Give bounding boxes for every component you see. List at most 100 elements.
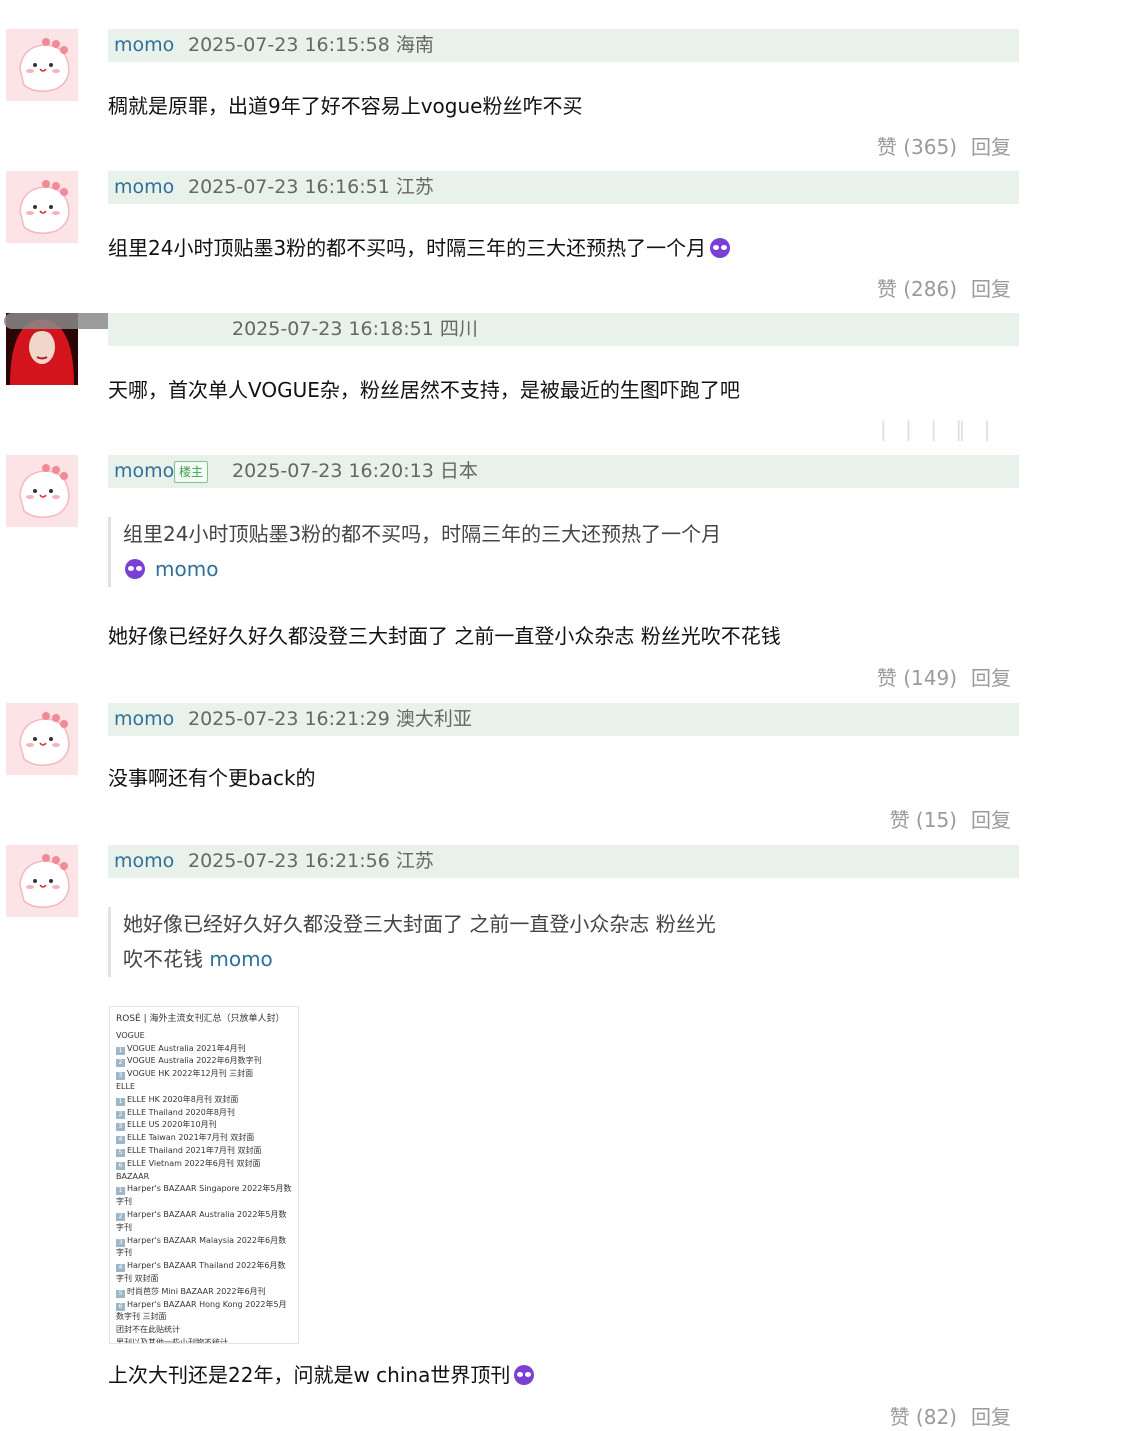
number-badge: 1	[116, 1187, 125, 1196]
quote-text-line: 吹不花钱 momo	[123, 942, 716, 977]
number-badge: 1	[116, 1046, 125, 1055]
image-list-row: 字刊	[116, 1222, 292, 1235]
quote-block: 组里24小时顶贴墨3粉的都不买吗，时隔三年的三大还预热了一个月 momo	[108, 517, 721, 587]
like-button[interactable]: 赞 (286)	[877, 277, 957, 301]
dinosaur-avatar-icon	[6, 455, 78, 527]
image-list-text: VOGUE	[116, 1030, 145, 1040]
reply-button[interactable]: 回复	[971, 277, 1011, 301]
comment-meta: momo 2025-07-23 16:16:51 江苏	[108, 171, 1019, 204]
image-list-text: 团封不在此贴统计	[116, 1325, 180, 1335]
image-list-row: 3 Harper's BAZAAR Malaysia 2022年6月数	[116, 1235, 292, 1248]
comment-text-content: 组里24小时顶贴墨3粉的都不买吗，时隔三年的三大还预热了一个月	[108, 236, 707, 260]
image-list-row: 字刊 双封面	[116, 1273, 292, 1286]
reply-button[interactable]: 回复	[971, 135, 1011, 159]
dinosaur-avatar-icon	[6, 845, 78, 917]
image-list-text: ELLE Thailand 2020年8月刊	[127, 1107, 235, 1117]
comment-meta: momo 2025-07-23 16:21:29 澳大利亚	[108, 703, 1019, 736]
image-list-text: 男刊以及其他一些小刊物不统计	[116, 1337, 228, 1344]
image-list-row: 5 时尚芭莎 Mini BAZAAR 2022年6月刊	[116, 1286, 292, 1299]
image-list-row: 数字刊 三封面	[116, 1311, 292, 1324]
username[interactable]: momo	[114, 29, 174, 62]
timestamp: 2025-07-23 16:16:51 江苏	[188, 176, 434, 198]
comment-actions: 赞 (82) 回复	[890, 1401, 1011, 1430]
image-list-row: BAZAAR	[116, 1171, 292, 1184]
image-list-row: 1 Harper's BAZAAR Singapore 2022年5月数	[116, 1183, 292, 1196]
like-button[interactable]: 赞 (82)	[890, 1405, 957, 1429]
quote-username[interactable]: momo	[209, 947, 272, 971]
image-list-row: 字刊	[116, 1196, 292, 1209]
comment-text: 她好像已经好久好久都没登三大封面了 之前一直登小众杂志 粉丝光吹不花钱	[108, 624, 781, 648]
emoji-icon	[710, 238, 731, 258]
image-list-row: 3 ELLE US 2020年10月刊	[116, 1119, 292, 1132]
image-list-row: 5 ELLE Thailand 2021年7月刊 双封面	[116, 1145, 292, 1158]
comment-meta: momo 2025-07-23 16:21:56 江苏	[108, 845, 1019, 878]
image-list-text: VOGUE Australia 2021年4月刊	[127, 1043, 246, 1053]
timestamp: 2025-07-23 16:18:51 四川	[232, 318, 478, 340]
number-badge: 6	[116, 1161, 125, 1170]
number-badge: 3	[116, 1123, 125, 1132]
number-badge: 2	[116, 1059, 125, 1068]
comment-text: 组里24小时顶贴墨3粉的都不买吗，时隔三年的三大还预热了一个月	[108, 232, 731, 261]
image-list-row: 字刊	[116, 1247, 292, 1260]
emoji-icon	[125, 559, 145, 579]
image-list-text: Harper's BAZAAR Hong Kong 2022年5月	[127, 1299, 287, 1309]
comment-text-content: 上次大刊还是22年，问就是w china世界顶刊	[108, 1363, 511, 1387]
like-button[interactable]: 赞 (365)	[877, 135, 957, 159]
number-badge: 3	[116, 1238, 125, 1247]
number-badge: 4	[116, 1264, 125, 1273]
attached-image[interactable]: ROSÉ | 海外主流女刊汇总（只放单人封） VOGUE 1 VOGUE Austr…	[109, 1006, 299, 1344]
image-list-text: 字刊	[116, 1222, 132, 1232]
username[interactable]: momo	[114, 455, 174, 488]
image-title: ROSÉ | 海外主流女刊汇总（只放单人封）	[116, 1014, 285, 1024]
image-list-text: 时尚芭莎 Mini BAZAAR 2022年6月刊	[127, 1286, 266, 1296]
number-badge: 5	[116, 1148, 125, 1157]
timestamp: 2025-07-23 16:20:13 日本	[232, 460, 478, 482]
image-list-text: Harper's BAZAAR Singapore 2022年5月数	[127, 1184, 292, 1194]
like-button[interactable]: 赞 (149)	[877, 666, 957, 690]
comment-actions: 赞 (149) 回复	[877, 662, 1011, 691]
reply-button[interactable]: 回复	[971, 808, 1011, 832]
timestamp: 2025-07-23 16:21:29 澳大利亚	[188, 708, 472, 730]
image-list-text: 字刊 双封面	[116, 1273, 159, 1283]
image-list-text: ELLE US 2020年10月刊	[127, 1120, 217, 1130]
username[interactable]: momo	[114, 171, 174, 204]
number-badge: 6	[116, 1302, 125, 1311]
timestamp: 2025-07-23 16:21:56 江苏	[188, 850, 434, 872]
emoji-icon	[514, 1365, 535, 1385]
quote-username[interactable]: momo	[155, 557, 218, 581]
comment-text: 稠就是原罪，出道9年了好不容易上vogue粉丝咋不买	[108, 94, 583, 118]
image-list-text: Harper's BAZAAR Malaysia 2022年6月数	[127, 1235, 287, 1245]
image-list-row: 2 VOGUE Australia 2022年6月数字刊	[116, 1055, 292, 1068]
image-list-text: 字刊	[116, 1197, 132, 1207]
username[interactable]: momo	[114, 845, 174, 878]
avatar[interactable]	[6, 171, 78, 243]
avatar[interactable]	[6, 703, 78, 775]
avatar[interactable]	[6, 845, 78, 917]
image-list-text: BAZAAR	[116, 1171, 150, 1181]
image-list-text: ELLE Taiwan 2021年7月刊 双封面	[127, 1133, 255, 1143]
username[interactable]: momo	[114, 703, 174, 736]
number-badge: 2	[116, 1212, 125, 1221]
comment-text: 没事啊还有个更back的	[108, 766, 316, 790]
reply-button[interactable]: 回复	[971, 1405, 1011, 1429]
image-list-text: ELLE Thailand 2021年7月刊 双封面	[127, 1145, 262, 1155]
avatar[interactable]	[6, 455, 78, 527]
quote-text: 组里24小时顶贴墨3粉的都不买吗，时隔三年的三大还预热了一个月	[123, 522, 722, 546]
image-list-row: 团封不在此贴统计	[116, 1324, 292, 1337]
avatar[interactable]	[6, 29, 78, 101]
image-list-row: 男刊以及其他一些小刊物不统计	[116, 1337, 292, 1344]
comment-actions: 赞 (15) 回复	[890, 804, 1011, 833]
comment-text: 上次大刊还是22年，问就是w china世界顶刊	[108, 1359, 535, 1388]
reply-button[interactable]: 回复	[971, 666, 1011, 690]
comment-actions: 赞 (365) 回复	[877, 131, 1011, 160]
image-list-row: ELLE	[116, 1081, 292, 1094]
quote-text-line: 她好像已经好久好久都没登三大封面了 之前一直登小众杂志 粉丝光	[123, 912, 716, 936]
comment-meta: momo 楼主 2025-07-23 16:20:13 日本	[108, 455, 1019, 488]
dinosaur-avatar-icon	[6, 29, 78, 101]
image-list-row: 4 Harper's BAZAAR Thailand 2022年6月数	[116, 1260, 292, 1273]
like-button[interactable]: 赞 (15)	[890, 808, 957, 832]
comment-actions: 赞 (286) 回复	[877, 273, 1011, 302]
image-list: VOGUE 1 VOGUE Australia 2021年4月刊 2 VOGUE Aus…	[116, 1030, 292, 1344]
comment-meta: momo 2025-07-23 16:15:58 海南	[108, 29, 1019, 62]
image-list-row: 1 VOGUE Australia 2021年4月刊	[116, 1043, 292, 1056]
